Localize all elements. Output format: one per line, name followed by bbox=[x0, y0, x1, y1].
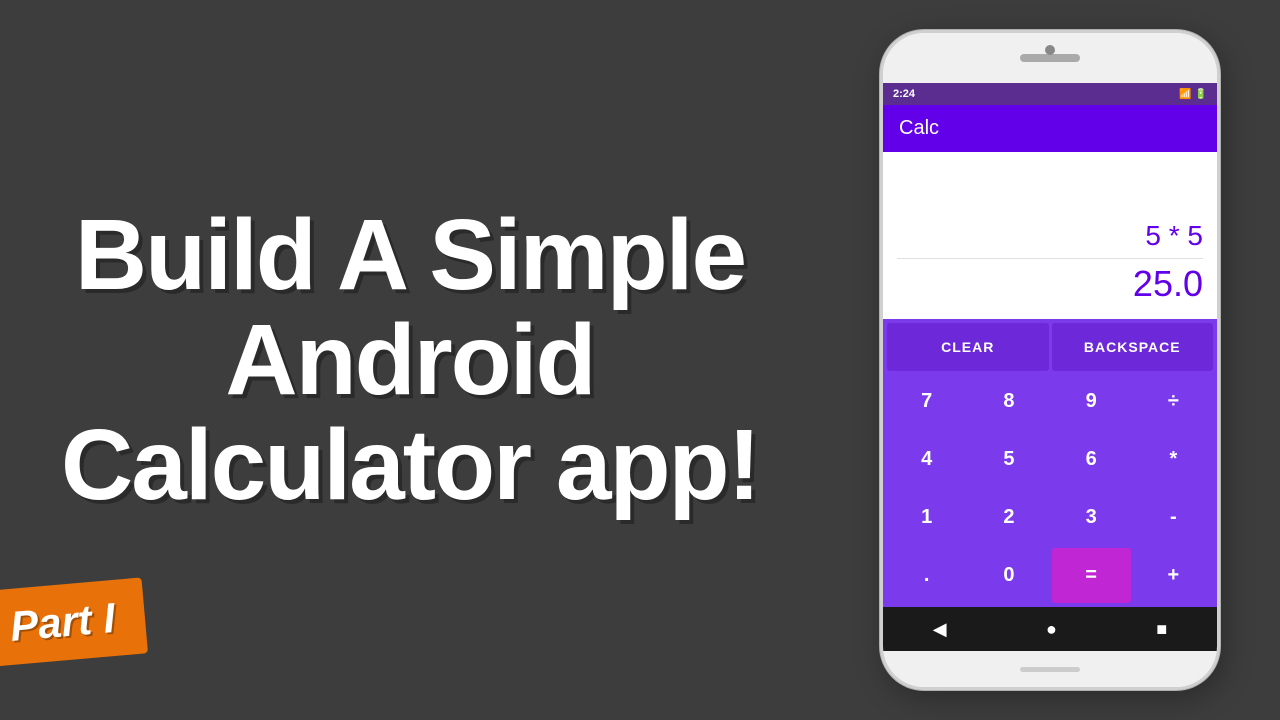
status-bar: 2:24 📶 🔋 bbox=[883, 83, 1217, 105]
calc-display: 5 * 5 25.0 bbox=[883, 152, 1217, 319]
part-badge: Part I bbox=[0, 577, 148, 666]
clear-button[interactable]: CLEAR bbox=[887, 323, 1049, 371]
key-3[interactable]: 3 bbox=[1052, 490, 1131, 545]
status-time: 2:24 bbox=[893, 88, 915, 100]
display-result: 25.0 bbox=[897, 263, 1203, 309]
title-line3: Calculator app! bbox=[61, 409, 759, 521]
app-toolbar: Calc bbox=[883, 105, 1217, 152]
phone-screen: 2:24 📶 🔋 Calc 5 * 5 25.0 CLEAR BACKS bbox=[883, 83, 1217, 651]
title-line1: Build A Simple bbox=[75, 199, 745, 311]
home-indicator bbox=[1020, 667, 1080, 672]
back-button[interactable]: ◀ bbox=[933, 619, 947, 640]
nav-bar: ◀ ● ■ bbox=[883, 607, 1217, 651]
speaker bbox=[1020, 54, 1080, 62]
key-divide[interactable]: ÷ bbox=[1134, 374, 1213, 429]
title-line2: Android bbox=[225, 304, 594, 416]
key-5[interactable]: 5 bbox=[969, 432, 1048, 487]
status-icons: 📶 🔋 bbox=[1179, 89, 1207, 100]
app-title: Calc bbox=[899, 117, 939, 139]
key-9[interactable]: 9 bbox=[1052, 374, 1131, 429]
phone-bottom bbox=[883, 651, 1217, 687]
key-0[interactable]: 0 bbox=[969, 548, 1048, 603]
phone-frame: 2:24 📶 🔋 Calc 5 * 5 25.0 CLEAR BACKS bbox=[880, 30, 1220, 690]
right-section: 2:24 📶 🔋 Calc 5 * 5 25.0 CLEAR BACKS bbox=[820, 0, 1280, 720]
recent-button[interactable]: ■ bbox=[1156, 619, 1167, 640]
key-equals[interactable]: = bbox=[1052, 548, 1131, 603]
key-8[interactable]: 8 bbox=[969, 374, 1048, 429]
phone-top bbox=[883, 33, 1217, 83]
key-6[interactable]: 6 bbox=[1052, 432, 1131, 487]
camera bbox=[1045, 45, 1055, 55]
home-button[interactable]: ● bbox=[1046, 619, 1057, 640]
key-subtract[interactable]: - bbox=[1134, 490, 1213, 545]
key-dot[interactable]: . bbox=[887, 548, 966, 603]
key-add[interactable]: + bbox=[1134, 548, 1213, 603]
main-title: Build A Simple Android Calculator app! bbox=[61, 203, 759, 518]
key-4[interactable]: 4 bbox=[887, 432, 966, 487]
left-section: Build A Simple Android Calculator app! P… bbox=[0, 0, 820, 720]
key-1[interactable]: 1 bbox=[887, 490, 966, 545]
key-2[interactable]: 2 bbox=[969, 490, 1048, 545]
display-expression: 5 * 5 bbox=[897, 220, 1203, 259]
key-7[interactable]: 7 bbox=[887, 374, 966, 429]
key-multiply[interactable]: * bbox=[1134, 432, 1213, 487]
backspace-button[interactable]: BACKSPACE bbox=[1052, 323, 1214, 371]
keypad: CLEAR BACKSPACE 7 8 9 ÷ 4 5 6 * 1 2 3 - … bbox=[883, 319, 1217, 607]
